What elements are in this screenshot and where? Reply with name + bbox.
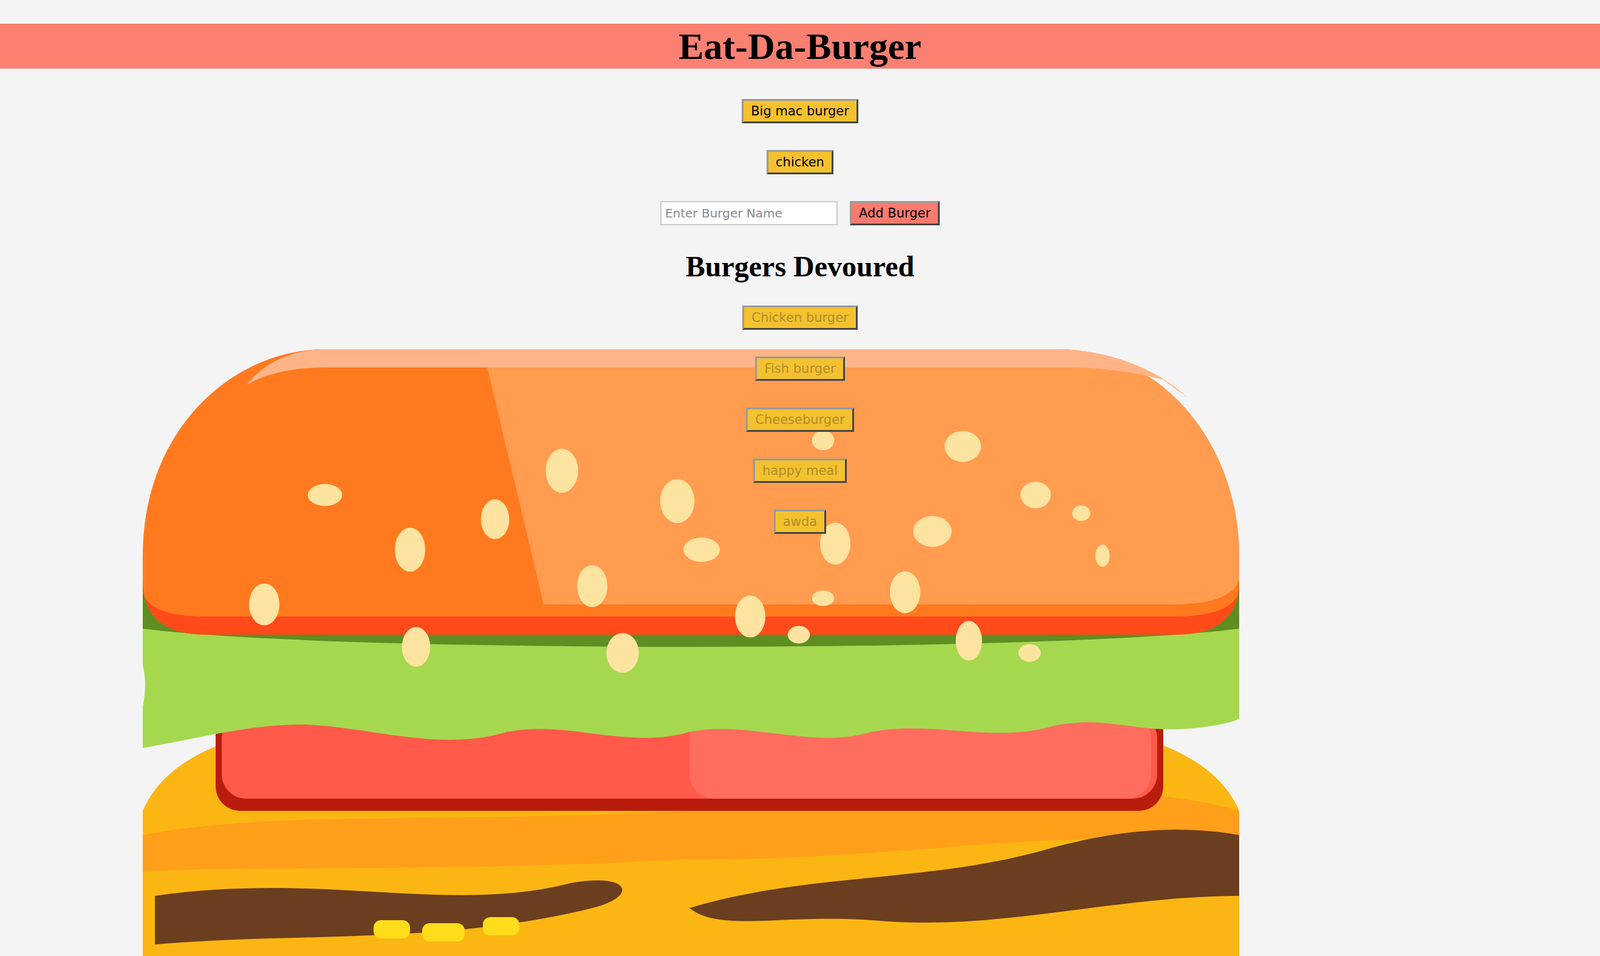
burger-illustration-icon xyxy=(142,349,1240,956)
page: Eat-Da-Burger Big mac burger chicken Add Bu… xyxy=(0,0,1600,956)
devoured-heading: Burgers Devoured xyxy=(685,249,915,284)
add-burger-form: Add Burger xyxy=(660,201,940,226)
devoured-burger-button[interactable]: Chicken burger xyxy=(742,305,858,330)
devoured-burger-button[interactable]: Cheeseburger xyxy=(745,407,854,432)
burger-button[interactable]: Big mac burger xyxy=(741,99,859,124)
header-bar: Eat-Da-Burger xyxy=(0,23,1600,69)
content: Eat-Da-Burger Big mac burger chicken Add Bu… xyxy=(0,0,1600,534)
devoured-burger-button[interactable]: awda xyxy=(773,509,827,534)
add-burger-button[interactable]: Add Burger xyxy=(849,201,940,226)
devoured-list: Chicken burger Fish burger Cheeseburger hap… xyxy=(742,305,858,534)
devoured-burger-button[interactable]: happy meal xyxy=(753,458,847,483)
burger-list: Big mac burger chicken xyxy=(741,99,859,175)
devoured-burger-button[interactable]: Fish burger xyxy=(755,356,845,381)
burger-button[interactable]: chicken xyxy=(766,150,834,175)
app-title: Eat-Da-Burger xyxy=(678,23,921,69)
burger-name-input[interactable] xyxy=(660,201,838,226)
